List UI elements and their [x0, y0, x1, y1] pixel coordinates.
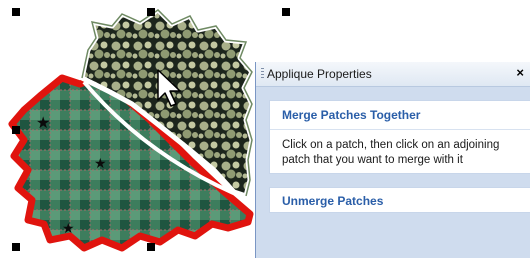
applique-properties-panel: Applique Properties × Merge Patches Toge…: [255, 62, 530, 258]
selection-handle-bottom-center[interactable]: [147, 243, 155, 251]
panel-header[interactable]: Applique Properties ×: [256, 62, 530, 87]
selection-handle-top-center[interactable]: [147, 8, 155, 16]
selection-handle-top-right[interactable]: [282, 8, 290, 16]
unmerge-patches-link[interactable]: Unmerge Patches: [282, 194, 383, 208]
star-icon: ★: [94, 156, 107, 172]
merge-patches-description: Click on a patch, then click on an adjoi…: [282, 139, 500, 166]
star-icon: ★: [62, 221, 75, 237]
selection-handle-bottom-left[interactable]: [12, 243, 20, 251]
drag-grip-icon[interactable]: [261, 68, 264, 80]
star-icon: ★: [36, 113, 50, 132]
close-icon[interactable]: ×: [516, 66, 524, 80]
section-divider: [270, 129, 530, 130]
merge-patches-link[interactable]: Merge Patches Together: [282, 108, 420, 122]
selection-handle-middle-left[interactable]: [12, 126, 20, 134]
selection-handle-top-left[interactable]: [12, 8, 20, 16]
merge-patches-section: Merge Patches Together Click on a patch,…: [269, 100, 530, 174]
unmerge-patches-section: Unmerge Patches: [269, 187, 530, 213]
panel-title: Applique Properties: [267, 67, 372, 81]
